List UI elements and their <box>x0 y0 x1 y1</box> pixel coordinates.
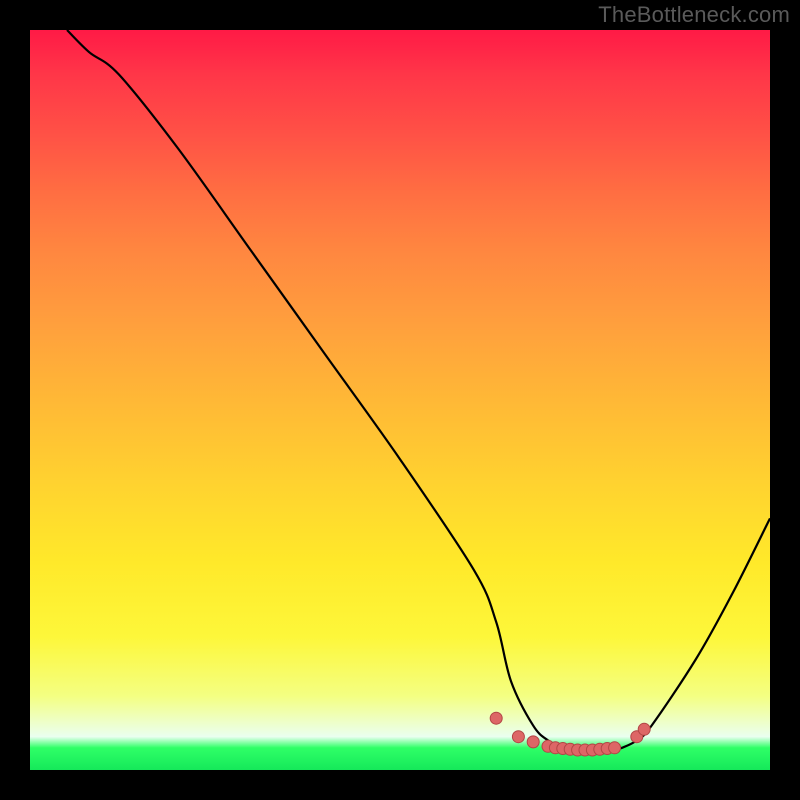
highlight-dot <box>638 723 650 735</box>
curve-svg <box>30 30 770 770</box>
chart-frame: TheBottleneck.com <box>0 0 800 800</box>
watermark-text: TheBottleneck.com <box>598 2 790 28</box>
highlight-dot <box>512 731 524 743</box>
bottleneck-curve <box>67 30 770 752</box>
highlight-dot <box>527 736 539 748</box>
highlight-dot <box>490 712 502 724</box>
highlight-dots-group <box>490 712 650 756</box>
highlight-dot <box>609 742 621 754</box>
plot-area <box>30 30 770 770</box>
